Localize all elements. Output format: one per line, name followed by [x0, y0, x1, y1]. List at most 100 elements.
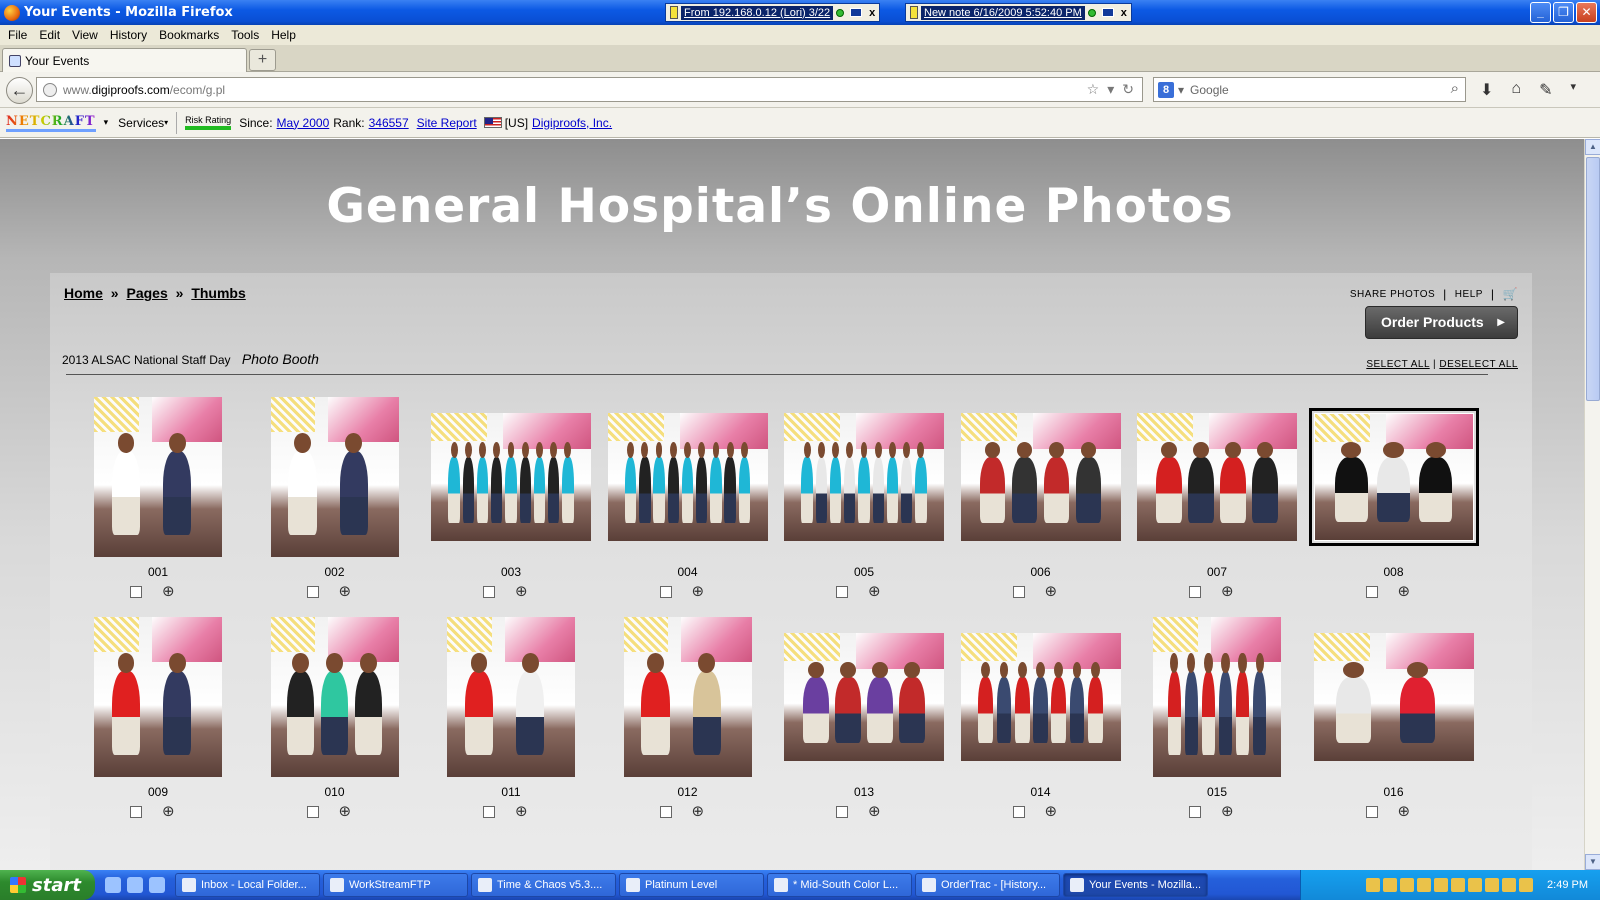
- menu-tools[interactable]: Tools: [227, 28, 267, 42]
- photo-thumbnail[interactable]: [960, 633, 1121, 761]
- select-checkbox[interactable]: [306, 586, 319, 598]
- photo-thumbnail[interactable]: [270, 617, 399, 777]
- zoom-in-icon[interactable]: ⊕: [1221, 584, 1234, 599]
- services-menu[interactable]: Services: [118, 116, 164, 130]
- zoom-in-icon[interactable]: ⊕: [1045, 584, 1058, 599]
- photo-thumbnail[interactable]: [784, 633, 944, 761]
- search-icon[interactable]: ⌕: [1451, 80, 1459, 97]
- site-report-link[interactable]: Site Report: [417, 116, 477, 130]
- remote-note-widget[interactable]: From 192.168.0.12 (Lori) 3/22 x: [665, 3, 881, 22]
- zoom-in-icon[interactable]: ⊕: [692, 804, 705, 819]
- select-checkbox[interactable]: [1012, 586, 1025, 598]
- taskbar-button[interactable]: Inbox - Local Folder...: [175, 873, 320, 897]
- photo-thumbnail[interactable]: [447, 617, 575, 777]
- select-checkbox[interactable]: [1012, 806, 1025, 818]
- select-checkbox[interactable]: [659, 806, 672, 818]
- select-checkbox[interactable]: [836, 586, 848, 598]
- deselect-all-link[interactable]: DESELECT ALL: [1439, 359, 1518, 370]
- start-button[interactable]: start: [0, 870, 95, 900]
- taskbar-button[interactable]: WorkStreamFTP: [323, 873, 468, 897]
- tray-icon[interactable]: [1485, 878, 1500, 892]
- select-checkbox[interactable]: [836, 806, 848, 818]
- select-all-link[interactable]: SELECT ALL: [1366, 359, 1429, 370]
- photo-thumbnail[interactable]: [270, 397, 399, 557]
- menu-edit[interactable]: Edit: [35, 28, 68, 42]
- tray-icon[interactable]: [1502, 878, 1517, 892]
- photo-thumbnail[interactable]: [607, 413, 768, 541]
- tray-icon[interactable]: [1417, 878, 1432, 892]
- menu-help[interactable]: Help: [267, 28, 304, 42]
- photo-thumbnail[interactable]: [960, 413, 1121, 541]
- taskbar-button[interactable]: Platinum Level: [619, 873, 764, 897]
- paint-icon[interactable]: [149, 877, 165, 893]
- select-checkbox[interactable]: [483, 806, 495, 818]
- photo-thumbnail[interactable]: [1153, 617, 1281, 777]
- photo-thumbnail[interactable]: [1308, 408, 1479, 546]
- taskbar-button[interactable]: * Mid-South Color L...: [767, 873, 912, 897]
- zoom-in-icon[interactable]: ⊕: [1398, 804, 1411, 819]
- zoom-in-icon[interactable]: ⊕: [515, 584, 528, 599]
- bookmark-star-icon[interactable]: ☆: [1087, 81, 1100, 98]
- menu-view[interactable]: View: [68, 28, 106, 42]
- risk-rating[interactable]: Risk Rating: [185, 115, 232, 130]
- url-bar[interactable]: www. digiproofs.com /ecom/g.pl ☆ ▾ ↻: [36, 77, 1143, 102]
- tray-icon[interactable]: [1383, 878, 1398, 892]
- download-icon[interactable]: ⬇: [1480, 80, 1493, 100]
- help-link[interactable]: HELP: [1455, 289, 1483, 300]
- close-window-button[interactable]: ✕: [1576, 2, 1597, 23]
- services-dropdown-icon[interactable]: ▾: [164, 118, 168, 127]
- select-checkbox[interactable]: [483, 586, 495, 598]
- photo-thumbnail[interactable]: [784, 413, 944, 541]
- zoom-in-icon[interactable]: ⊕: [868, 804, 881, 819]
- scroll-thumb[interactable]: [1586, 157, 1600, 401]
- menu-file[interactable]: File: [4, 28, 35, 42]
- zoom-in-icon[interactable]: ⊕: [1398, 584, 1411, 599]
- select-checkbox[interactable]: [130, 806, 142, 818]
- netcraft-logo[interactable]: NETCRAFT: [6, 114, 96, 132]
- select-checkbox[interactable]: [1189, 806, 1201, 818]
- photo-thumbnail[interactable]: [431, 413, 591, 541]
- menu-history[interactable]: History: [106, 28, 155, 42]
- photo-thumbnail[interactable]: [94, 617, 222, 777]
- close-icon[interactable]: x: [1121, 7, 1127, 19]
- breadcrumb-thumbs[interactable]: Thumbs: [191, 285, 245, 301]
- home-icon[interactable]: ⌂: [1511, 80, 1521, 100]
- taskbar-button[interactable]: Time & Chaos v5.3....: [471, 873, 616, 897]
- photo-thumbnail[interactable]: [1313, 633, 1474, 761]
- zoom-in-icon[interactable]: ⊕: [515, 804, 528, 819]
- photo-thumbnail[interactable]: [1137, 413, 1297, 541]
- select-checkbox[interactable]: [130, 586, 142, 598]
- new-note-widget[interactable]: New note 6/16/2009 5:52:40 PM x: [905, 3, 1132, 22]
- zoom-in-icon[interactable]: ⊕: [162, 804, 175, 819]
- tray-icon[interactable]: [1434, 878, 1449, 892]
- new-tab-button[interactable]: +: [249, 49, 276, 71]
- zoom-in-icon[interactable]: ⊕: [339, 804, 352, 819]
- photo-thumbnail[interactable]: [94, 397, 222, 557]
- select-checkbox[interactable]: [1365, 806, 1378, 818]
- tray-icon[interactable]: [1366, 878, 1381, 892]
- share-photos-link[interactable]: SHARE PHOTOS: [1350, 289, 1435, 300]
- breadcrumb-pages[interactable]: Pages: [126, 285, 167, 301]
- search-bar[interactable]: 8 ▾ Google ⌕: [1153, 77, 1466, 102]
- select-checkbox[interactable]: [1189, 586, 1201, 598]
- zoom-in-icon[interactable]: ⊕: [162, 584, 175, 599]
- zoom-in-icon[interactable]: ⊕: [1221, 804, 1234, 819]
- scroll-up-button[interactable]: ▲: [1585, 139, 1600, 155]
- tray-icon[interactable]: [1519, 878, 1534, 892]
- company-link[interactable]: Digiproofs, Inc.: [532, 116, 612, 130]
- tab-your-events[interactable]: Your Events: [2, 48, 247, 72]
- vertical-scrollbar[interactable]: ▲ ▼: [1584, 139, 1600, 870]
- cart-icon[interactable]: 🛒: [1503, 287, 1518, 301]
- zoom-in-icon[interactable]: ⊕: [692, 584, 705, 599]
- minimize-button[interactable]: _: [1530, 2, 1551, 23]
- breadcrumb-home[interactable]: Home: [64, 285, 103, 301]
- zoom-in-icon[interactable]: ⊕: [339, 584, 352, 599]
- menu-bookmarks[interactable]: Bookmarks: [155, 28, 227, 42]
- zoom-in-icon[interactable]: ⊕: [868, 584, 881, 599]
- tray-icon[interactable]: [1468, 878, 1483, 892]
- tray-icon[interactable]: [1400, 878, 1415, 892]
- show-desktop-icon[interactable]: [105, 877, 121, 893]
- select-checkbox[interactable]: [659, 586, 672, 598]
- tray-icon[interactable]: [1451, 878, 1466, 892]
- netcraft-dropdown-icon[interactable]: ▾: [104, 117, 109, 128]
